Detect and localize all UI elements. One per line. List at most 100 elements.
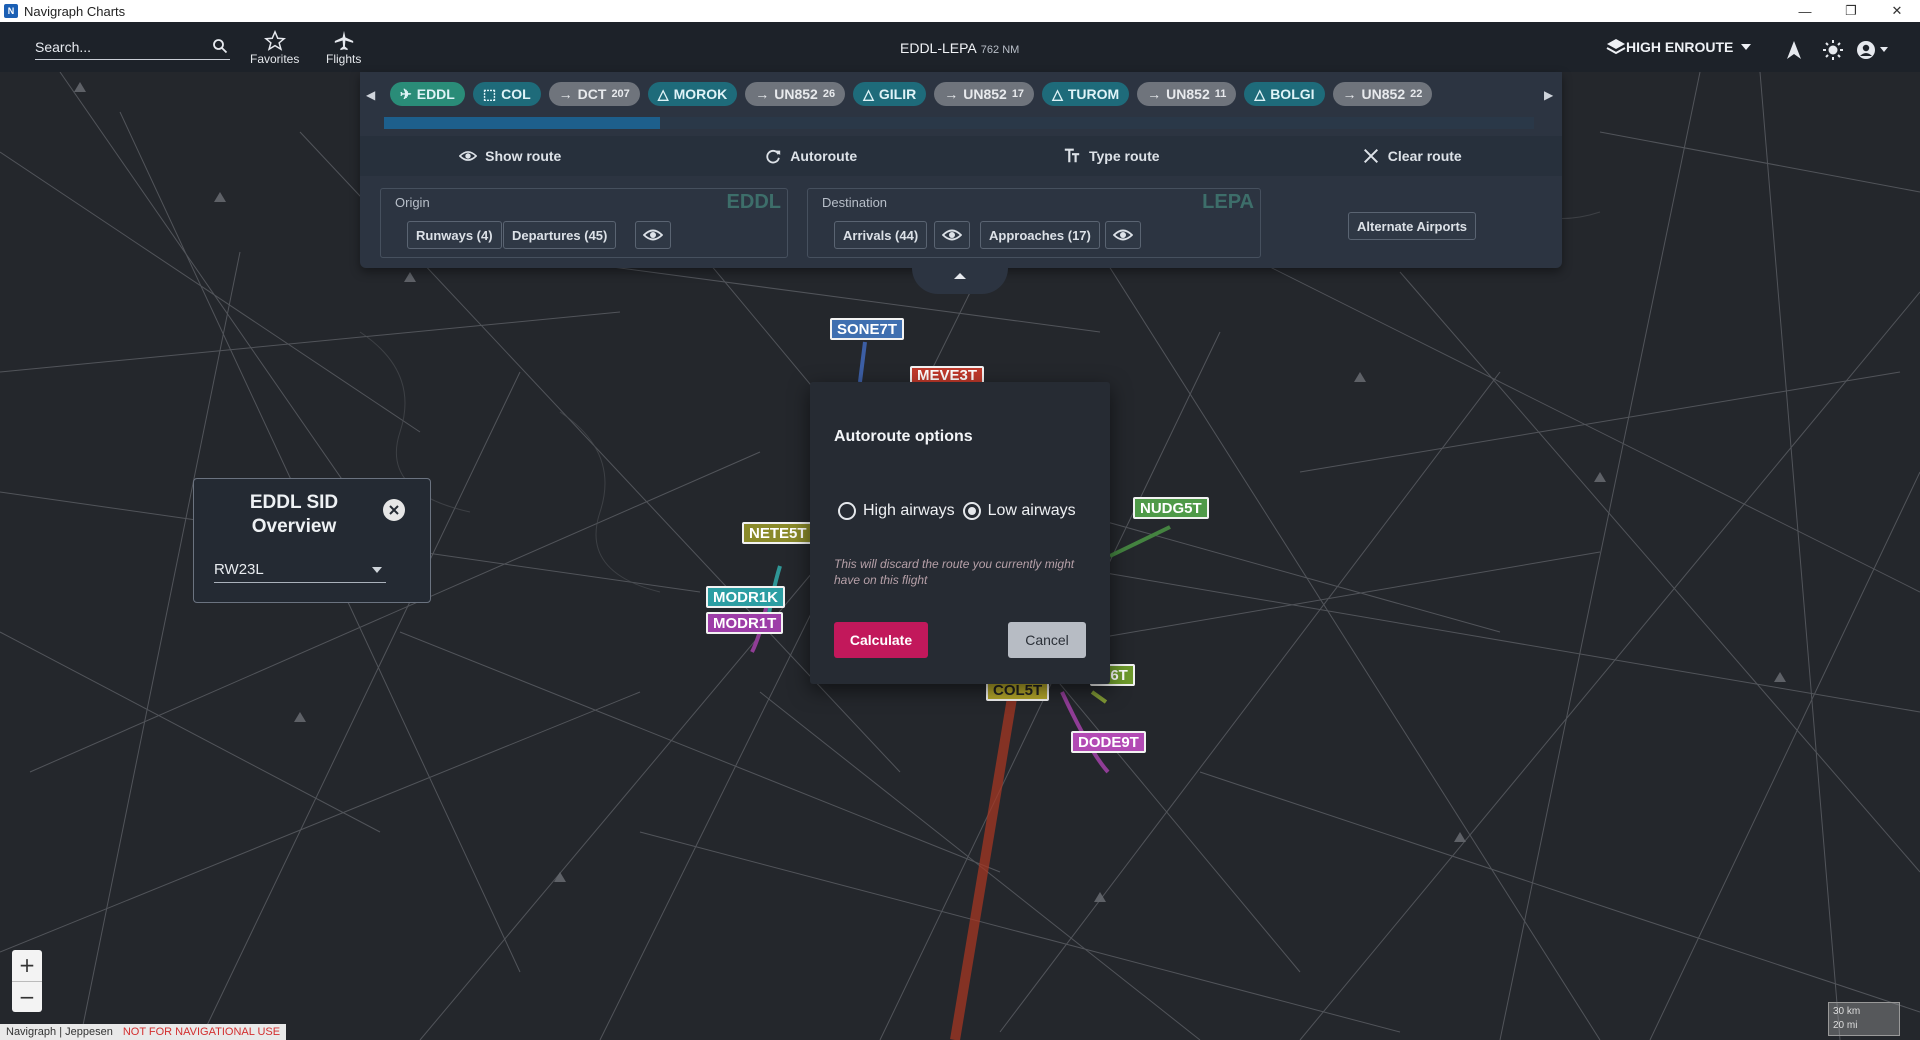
top-app-bar: Favorites Flights EDDL-LEPA762 NM HIGH E… (0, 22, 1920, 72)
window-titlebar: N Navigraph Charts — ❐ ✕ (0, 0, 1920, 22)
account-icon[interactable] (1856, 40, 1890, 60)
sid-label-nudg5t[interactable]: NUDG5T (1133, 497, 1209, 519)
runway-select[interactable]: RW23L (214, 557, 386, 583)
close-window-icon[interactable]: ✕ (1874, 0, 1920, 22)
clear-route-button[interactable]: Clear route (1262, 136, 1563, 176)
navigation-warning: NOT FOR NAVIGATIONAL USE (122, 1026, 281, 1038)
minimize-icon[interactable]: — (1782, 0, 1828, 22)
zoom-in-button[interactable]: + (12, 950, 42, 981)
collapse-route-panel[interactable] (912, 268, 1008, 294)
chart-layer-selector[interactable]: HIGH ENROUTE (1606, 38, 1753, 56)
arrivals-button[interactable]: Arrivals (44) (834, 221, 928, 249)
departure-icon: ✈ (400, 85, 412, 102)
destination-box: Destination LEPA Arrivals (44) Approache… (807, 188, 1261, 258)
triangle-icon: △ (1052, 85, 1063, 102)
route-progress-bar[interactable] (384, 117, 1534, 129)
zoom-out-button[interactable]: − (12, 982, 42, 1013)
approaches-button[interactable]: Approaches (17) (980, 221, 1100, 249)
window-controls: — ❐ ✕ (1782, 0, 1920, 22)
attribution-footer: Navigraph | Jeppesen NOT FOR NAVIGATIONA… (0, 1024, 287, 1040)
dialog-title: Autoroute options (834, 428, 973, 445)
x-icon (389, 505, 399, 515)
sid-label-nete5t[interactable]: NETE5T (742, 522, 814, 544)
airway-chip[interactable]: → UN852 26 (745, 82, 846, 106)
route-distance: 762 NM (980, 44, 1020, 56)
route-actions: Show route Autoroute Type route Clear ro… (360, 136, 1562, 176)
airway-chip[interactable]: → UN852 17 (934, 82, 1035, 106)
runways-button[interactable]: Runways (4) (407, 221, 502, 249)
triangle-icon: △ (657, 85, 669, 102)
calculate-button[interactable]: Calculate (834, 622, 928, 658)
sid-label-sone7t[interactable]: SONE7T (830, 318, 905, 340)
scroll-right-icon[interactable]: ▶ (1544, 88, 1553, 102)
waypoint-chip[interactable]: △ MOROK (647, 82, 738, 106)
north-arrow-icon[interactable] (1784, 40, 1804, 60)
waypoint-chip[interactable]: △ GILIR (853, 82, 927, 106)
chart-layer-label: HIGH ENROUTE (1626, 39, 1734, 55)
triangle-icon: △ (863, 85, 874, 102)
airway-chip[interactable]: → UN852 22 (1332, 82, 1433, 106)
eye-icon (942, 229, 962, 241)
window-title: Navigraph Charts (24, 3, 126, 19)
origin-code: EDDL (726, 191, 781, 213)
arrow-right-icon: → (755, 86, 770, 102)
sid-label-modr1k[interactable]: MODR1K (706, 586, 786, 608)
close-icon[interactable] (383, 499, 405, 521)
close-icon (1363, 148, 1378, 164)
restore-icon[interactable]: ❐ (1828, 0, 1874, 22)
scale-km: 30 km (1833, 1006, 1861, 1017)
low-airways-label: Low airways (987, 502, 1076, 519)
airway-type-options: High airways Low airways (838, 502, 1076, 520)
departures-button[interactable]: Departures (45) (503, 221, 617, 249)
flights-button[interactable]: Flights (326, 30, 361, 66)
waypoint-chip[interactable]: △ BOLGI (1244, 82, 1325, 106)
search-input[interactable] (35, 38, 205, 55)
type-route-button[interactable]: Type route (961, 136, 1262, 176)
sid-label-dode9t[interactable]: DODE9T (1071, 731, 1146, 753)
destination-code: LEPA (1202, 191, 1254, 213)
cancel-button[interactable]: Cancel (1008, 622, 1086, 658)
waypoint-chip[interactable]: △ TUROM (1042, 82, 1130, 106)
route-title: EDDL-LEPA 762 NM (900, 40, 1019, 56)
waypoint-strip: ✈ EDDL ⬚ COL → DCT 207 △ MOROK → UN852 26 △ GILI… (390, 82, 1530, 106)
airplane-icon (334, 30, 353, 51)
map-scale: 30 km 20 mi (1828, 1002, 1900, 1036)
runway-select-value: RW23L (214, 561, 264, 578)
low-airways-radio[interactable] (962, 502, 981, 520)
sid-overview-panel: EDDL SID Overview RW23L (193, 478, 431, 603)
search-icon[interactable] (212, 38, 228, 54)
zoom-controls: + − (12, 950, 42, 1012)
refresh-icon (766, 149, 781, 164)
waypoint-chip[interactable]: ⬚ COL (472, 82, 541, 106)
airway-chip[interactable]: → UN852 11 (1137, 82, 1237, 106)
eye-icon (1113, 229, 1133, 241)
route-panel: ◀ ▶ ✈ EDDL ⬚ COL → DCT 207 △ MOROK → UN852 26 △… (360, 72, 1562, 268)
favorites-button[interactable]: Favorites (250, 30, 299, 66)
arrow-right-icon: → (944, 86, 959, 102)
attribution-text: Navigraph | Jeppesen (6, 1026, 113, 1038)
toggle-departures-visibility[interactable] (635, 221, 671, 249)
high-airways-radio[interactable] (838, 502, 856, 520)
waypoint-chip[interactable]: ✈ EDDL (390, 82, 465, 106)
show-route-button[interactable]: Show route (360, 136, 661, 176)
sid-overview-title: EDDL SID Overview (249, 492, 339, 537)
route-progress-fill (384, 117, 660, 129)
alternate-airports-button[interactable]: Alternate Airports (1348, 212, 1477, 240)
layers-icon (1606, 39, 1626, 55)
autoroute-button[interactable]: Autoroute (661, 136, 962, 176)
scale-mi: 20 mi (1833, 1020, 1858, 1031)
sid-label-modr1t[interactable]: MODR1T (706, 612, 784, 634)
scroll-left-icon[interactable]: ◀ (366, 88, 375, 102)
vor-icon: ⬚ (482, 85, 497, 102)
text-icon (1064, 148, 1080, 163)
airway-chip[interactable]: → DCT 207 (548, 82, 640, 106)
toggle-arrivals-visibility[interactable] (934, 221, 970, 249)
autoroute-options-dialog: Autoroute options High airways Low airwa… (810, 382, 1110, 684)
destination-label: Destination (822, 195, 888, 210)
origin-label: Origin (395, 195, 430, 210)
arrow-right-icon: → (1147, 86, 1162, 102)
toggle-approaches-visibility[interactable] (1105, 221, 1141, 249)
brightness-icon[interactable] (1823, 40, 1843, 60)
favorites-label: Favorites (250, 52, 300, 66)
origin-box: Origin EDDL Runways (4) Departures (45) (380, 188, 788, 258)
